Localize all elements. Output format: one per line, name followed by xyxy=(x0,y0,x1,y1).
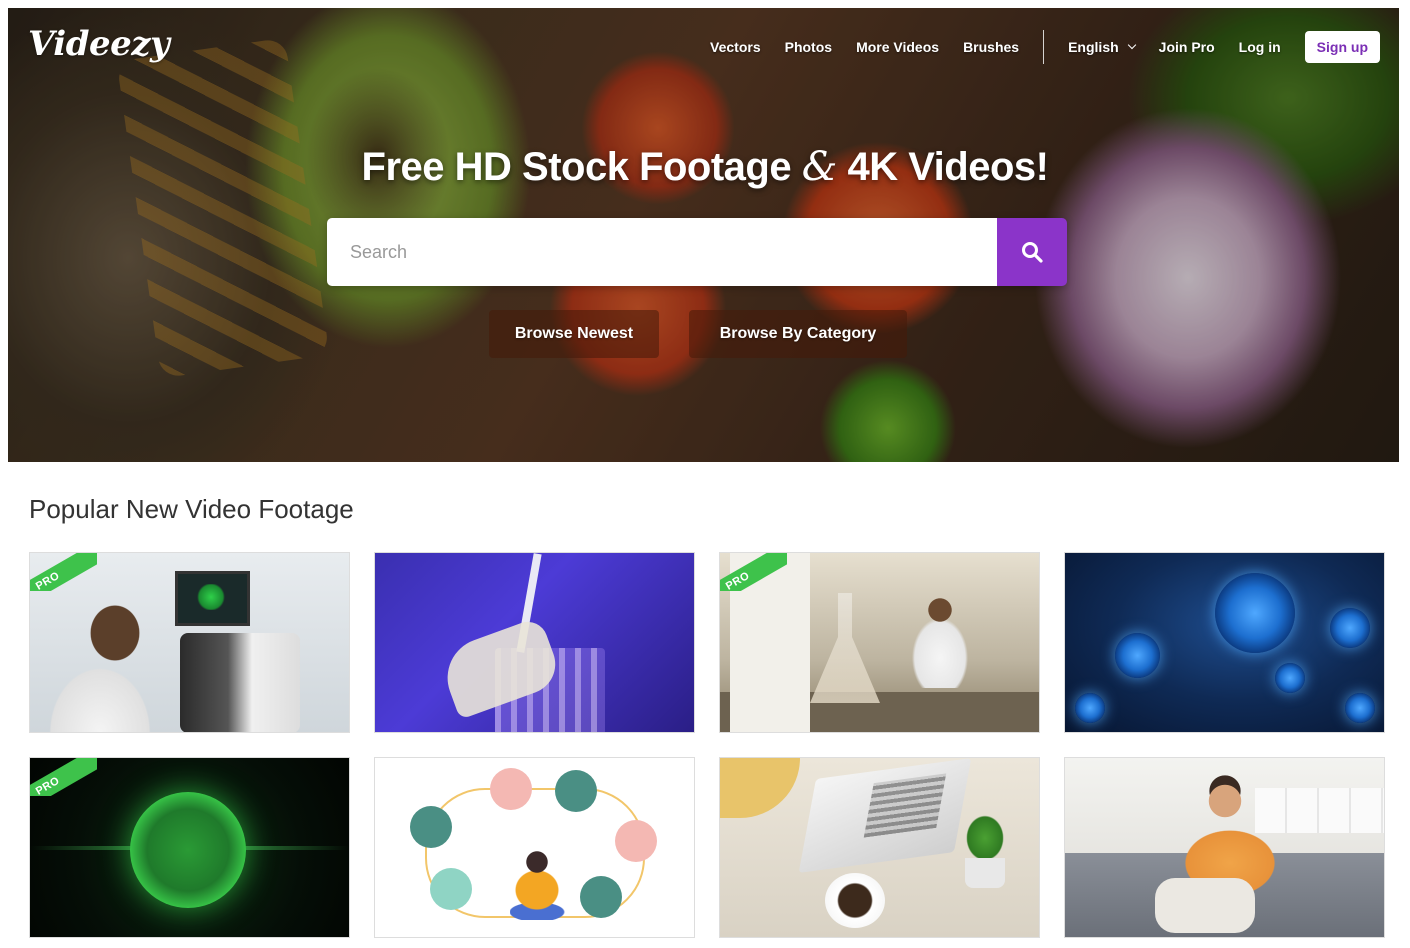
thumbnail-art xyxy=(180,633,300,732)
thumbnail-art xyxy=(40,593,170,732)
search-input[interactable] xyxy=(327,218,997,286)
nav-photos[interactable]: Photos xyxy=(785,39,832,55)
nav-more-videos[interactable]: More Videos xyxy=(856,39,939,55)
thumbnail-art xyxy=(510,850,565,920)
thumbnail-art xyxy=(580,876,622,918)
search-icon xyxy=(1022,242,1043,263)
video-tile-laboratory-workers[interactable]: PRO xyxy=(719,552,1040,733)
signup-button[interactable]: Sign up xyxy=(1304,31,1380,63)
nav-vectors[interactable]: Vectors xyxy=(710,39,761,55)
nav-divider xyxy=(1043,30,1045,64)
thumbnail-art xyxy=(1275,663,1305,693)
videezy-logo[interactable]: Videezy xyxy=(28,24,170,64)
pro-badge-label: PRO xyxy=(30,553,97,591)
video-grid: PRO PRO PRO xyxy=(29,552,1385,938)
browse-buttons: Browse Newest Browse By Category xyxy=(0,310,1410,358)
join-pro-link[interactable]: Join Pro xyxy=(1159,39,1215,55)
video-tile-laptop-coffee-desk[interactable] xyxy=(719,757,1040,938)
thumbnail-art xyxy=(720,758,800,818)
pro-badge: PRO xyxy=(720,553,787,591)
thumbnail-art xyxy=(1075,693,1105,723)
hero-title-ampersand: & xyxy=(801,144,838,190)
nav-brushes[interactable]: Brushes xyxy=(963,39,1019,55)
thumbnail-art xyxy=(965,858,1005,888)
top-navigation: Vectors Photos More Videos Brushes Engli… xyxy=(710,30,1380,64)
thumbnail-art xyxy=(863,773,947,838)
search-button[interactable] xyxy=(997,218,1067,286)
login-link[interactable]: Log in xyxy=(1239,39,1281,55)
thumbnail-art xyxy=(490,768,532,810)
thumbnail-art xyxy=(810,593,880,703)
pro-badge: PRO xyxy=(30,553,97,591)
hero-title-part2: 4K Videos! xyxy=(836,145,1049,189)
thumbnail-art xyxy=(1345,693,1375,723)
video-tile-green-cell-orb[interactable]: PRO xyxy=(29,757,350,938)
chevron-down-icon xyxy=(1127,40,1136,50)
video-tile-lab-pipette[interactable] xyxy=(374,552,695,733)
thumbnail-art xyxy=(410,806,452,848)
thumbnail-art xyxy=(1165,773,1295,893)
video-tile-man-on-sofa-phone[interactable] xyxy=(1064,757,1385,938)
video-tile-scientist-microscope[interactable]: PRO xyxy=(29,552,350,733)
section-title: Popular New Video Footage xyxy=(29,494,354,524)
browse-by-category-button[interactable]: Browse By Category xyxy=(689,310,907,358)
search-bar xyxy=(327,218,1067,286)
hero-title-part1: Free HD Stock Footage xyxy=(361,145,802,189)
thumbnail-art xyxy=(130,792,246,908)
language-label: English xyxy=(1068,39,1119,55)
thumbnail-art xyxy=(615,820,657,862)
thumbnail-art xyxy=(1330,608,1370,648)
thumbnail-art xyxy=(910,598,970,688)
thumbnail-art xyxy=(1115,633,1160,678)
thumbnail-art xyxy=(430,868,472,910)
thumbnail-art xyxy=(175,571,250,626)
pro-badge-label: PRO xyxy=(30,758,97,796)
thumbnail-art xyxy=(555,770,597,812)
hero-title: Free HD Stock Footage & 4K Videos! xyxy=(0,144,1410,190)
browse-newest-button[interactable]: Browse Newest xyxy=(489,310,659,358)
thumbnail-art xyxy=(825,873,885,928)
pro-badge-label: PRO xyxy=(720,553,787,591)
video-tile-online-shopping-illustration[interactable] xyxy=(374,757,695,938)
thumbnail-art xyxy=(1215,573,1295,653)
video-tile-blue-virus[interactable] xyxy=(1064,552,1385,733)
language-selector[interactable]: English xyxy=(1068,39,1136,55)
pro-badge: PRO xyxy=(30,758,97,796)
thumbnail-art xyxy=(1155,878,1255,933)
